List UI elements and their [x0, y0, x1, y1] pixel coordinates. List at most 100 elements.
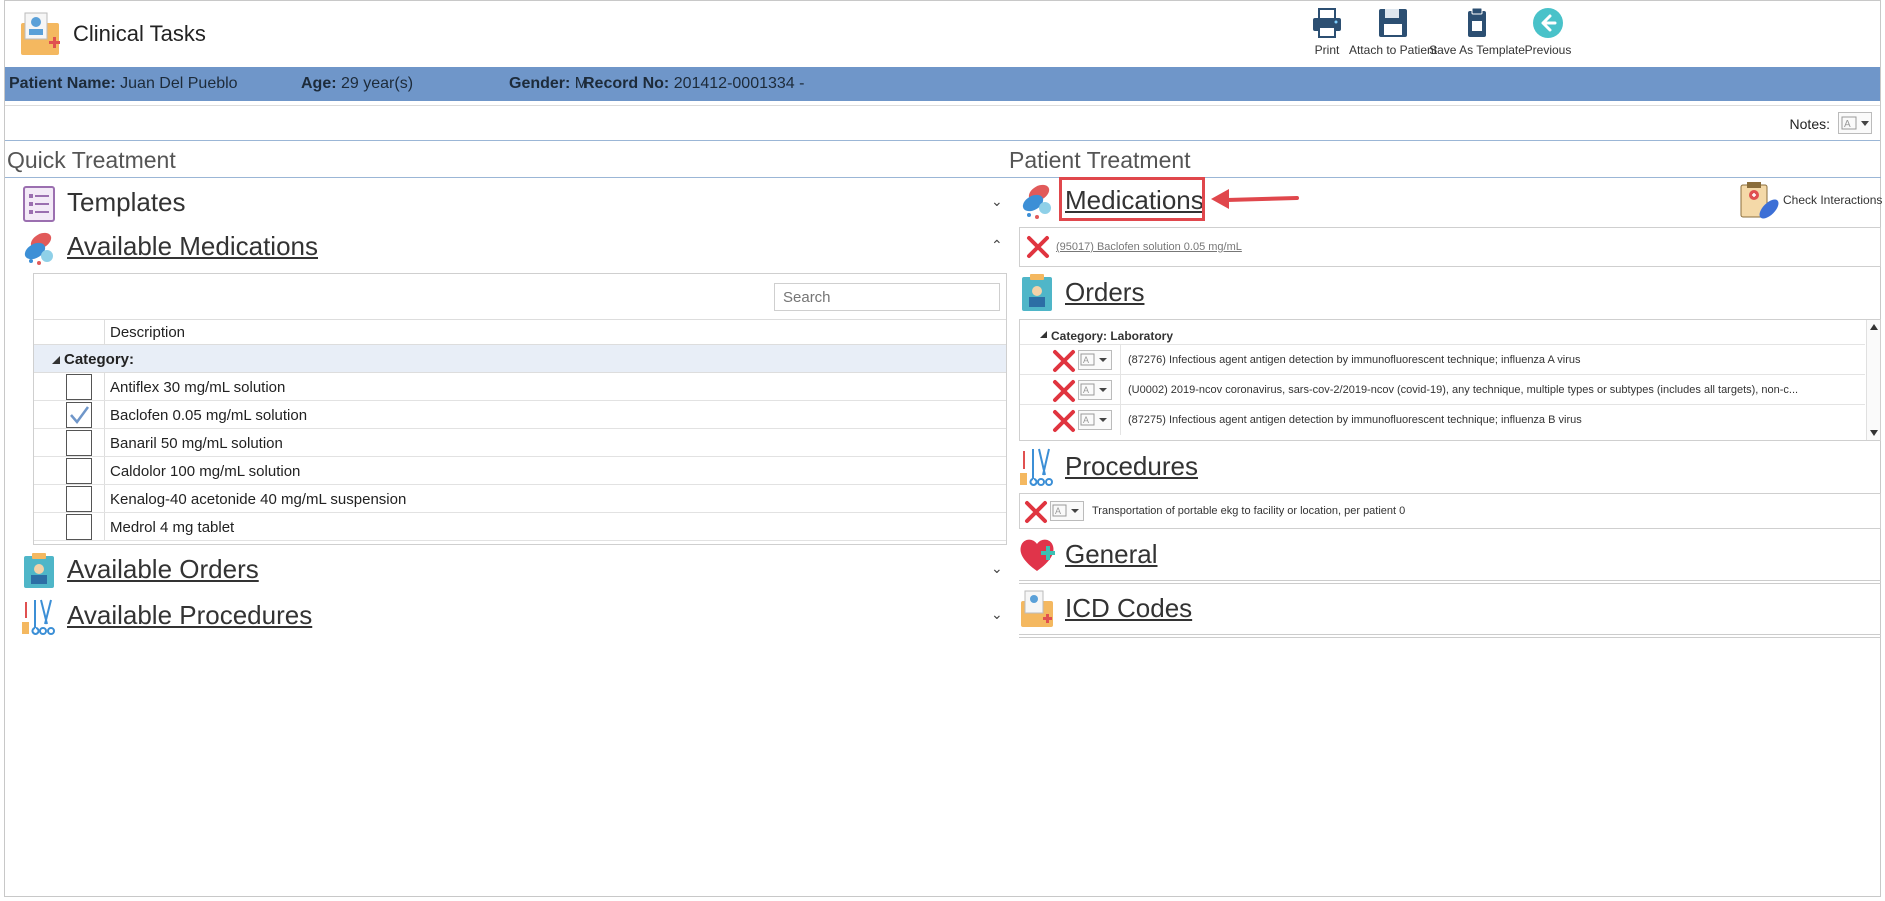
scroll-down-icon[interactable] [1870, 430, 1878, 436]
icd-codes-empty-box [1019, 634, 1881, 638]
svg-text:A: A [1083, 355, 1089, 365]
heart-plus-icon [1020, 539, 1055, 571]
medication-checkbox[interactable] [66, 514, 92, 540]
orders-link[interactable]: Orders [1065, 277, 1144, 308]
templates-header[interactable]: Templates ⌄ [21, 183, 1011, 223]
column-separator [104, 320, 105, 344]
medication-row[interactable]: Medrol 4 mg tablet [34, 513, 1006, 541]
available-medications-header[interactable]: Available Medications ⌃ [21, 227, 1011, 267]
orders-scrollbar[interactable] [1866, 320, 1880, 440]
surgical-tools-icon [1020, 448, 1053, 486]
attach-to-patient-button[interactable]: Attach to Patient [1345, 7, 1441, 57]
back-arrow-icon [1533, 8, 1563, 38]
orders-grid: Category: Laboratory A (87276) Infectious… [1019, 319, 1881, 441]
medication-item-row: (95017) Baclofen solution 0.05 mg/mL [1019, 227, 1881, 267]
medication-name: Antiflex 30 mg/mL solution [110, 379, 286, 396]
print-button[interactable]: Print [1305, 7, 1349, 57]
available-procedures-header[interactable]: Available Procedures ⌄ [21, 596, 1011, 636]
medication-row[interactable]: Baclofen 0.05 mg/mL solution [34, 401, 1006, 429]
category-label: Category: [64, 351, 135, 368]
medication-search-input[interactable] [774, 283, 1000, 311]
notes-text-icon: A [1841, 116, 1869, 130]
description-column-header[interactable]: Description [110, 324, 185, 341]
available-orders-header[interactable]: Available Orders ⌄ [21, 550, 1011, 590]
column-separator [104, 429, 105, 456]
collapse-triangle-icon[interactable] [1040, 331, 1047, 338]
chevron-down-icon[interactable]: ⌄ [991, 193, 1003, 210]
medication-checkbox[interactable] [66, 374, 92, 400]
chevron-down-icon[interactable]: ⌄ [991, 560, 1003, 577]
medication-row[interactable]: Kenalog-40 acetonide 40 mg/mL suspension [34, 485, 1006, 513]
column-separator [104, 457, 105, 484]
template-clipboard-icon [1468, 7, 1486, 37]
delete-x-icon[interactable] [1026, 235, 1050, 259]
printer-icon [1313, 8, 1341, 38]
order-notes-dropdown[interactable]: A [1078, 380, 1112, 400]
previous-label: Previous [1524, 43, 1572, 57]
order-row: A (U0002) 2019-ncov coronavirus, sars-cov… [1020, 374, 1865, 405]
notes-dropdown-button[interactable]: A [1838, 112, 1872, 134]
medication-checkbox[interactable] [66, 430, 92, 456]
save-as-template-button[interactable]: Save As Template [1429, 7, 1525, 57]
patient-name-value: Juan Del Pueblo [120, 75, 238, 92]
svg-text:A: A [1055, 506, 1061, 516]
column-separator [104, 513, 105, 540]
quick-treatment-divider [5, 177, 1011, 178]
category-group-row[interactable]: Category: [34, 345, 1006, 373]
patient-name-label: Patient Name: [9, 75, 116, 92]
patient-treatment-title: Patient Treatment [1009, 147, 1191, 173]
scroll-up-icon[interactable] [1870, 324, 1878, 330]
delete-x-icon[interactable] [1052, 349, 1076, 373]
delete-x-icon[interactable] [1052, 379, 1076, 403]
svg-text:A: A [1083, 415, 1089, 425]
svg-text:A: A [1083, 385, 1089, 395]
patient-age-value: 29 year(s) [341, 75, 414, 92]
delete-x-icon[interactable] [1024, 500, 1048, 524]
medication-checkbox[interactable] [66, 458, 92, 484]
grid-header-row: Description [34, 319, 1006, 345]
clinical-tasks-logo-icon [21, 12, 60, 55]
medication-name: Kenalog-40 acetonide 40 mg/mL suspension [110, 491, 407, 508]
available-medications-link[interactable]: Available Medications [67, 231, 318, 262]
previous-button[interactable]: Previous [1523, 7, 1573, 57]
orders-clipboard-icon [24, 553, 54, 588]
medication-row[interactable]: Antiflex 30 mg/mL solution [34, 373, 1006, 401]
check-interactions-label: Check Interactions [1783, 193, 1883, 207]
checkmark-icon [70, 406, 90, 425]
pills-icon [24, 232, 53, 265]
medication-row[interactable]: Banaril 50 mg/mL solution [34, 429, 1006, 457]
chevron-up-icon[interactable]: ⌃ [991, 237, 1003, 254]
general-link[interactable]: General [1065, 539, 1158, 570]
order-notes-dropdown[interactable]: A [1078, 350, 1112, 370]
medication-name: Baclofen 0.05 mg/mL solution [110, 407, 308, 424]
available-orders-link[interactable]: Available Orders [67, 554, 259, 585]
medication-checkbox[interactable] [66, 402, 92, 428]
medication-row[interactable]: Caldolor 100 mg/mL solution [34, 457, 1006, 485]
patient-record-label: Record No: [583, 75, 670, 92]
procedure-notes-dropdown[interactable]: A [1050, 501, 1084, 521]
app-title: Clinical Tasks [73, 21, 206, 46]
chevron-down-icon[interactable]: ⌄ [991, 606, 1003, 623]
patient-record: Record No: 201412-0001334 - [583, 75, 804, 93]
interactions-clipboard-icon [1740, 182, 1779, 219]
delete-x-icon[interactable] [1052, 409, 1076, 433]
annotation-arrow-icon [1211, 189, 1299, 209]
order-item-text: (87275) Infectious agent antigen detecti… [1128, 414, 1582, 426]
patient-icd-codes-header: ICD Codes [1019, 589, 1419, 629]
medication-checkbox[interactable] [66, 486, 92, 512]
header: Clinical Tasks Print Attach to Patient S… [5, 1, 1880, 67]
save-template-label: Save As Template [1429, 43, 1525, 57]
svg-text:A: A [1844, 119, 1851, 130]
collapse-triangle-icon[interactable] [52, 356, 60, 364]
icd-codes-link[interactable]: ICD Codes [1065, 593, 1192, 624]
patient-name: Patient Name: Juan Del Pueblo [9, 75, 238, 93]
available-procedures-link[interactable]: Available Procedures [67, 600, 312, 631]
procedure-item-text: Transportation of portable ekg to facili… [1092, 505, 1406, 517]
order-notes-dropdown[interactable]: A [1078, 410, 1112, 430]
available-medications-grid: Description Category: Antiflex 30 mg/mL … [33, 273, 1007, 545]
orders-category-label: Category: Laboratory [1051, 329, 1174, 343]
print-label: Print [1314, 43, 1340, 57]
notes-row: Notes: A [5, 105, 1880, 141]
medication-item-link[interactable]: (95017) Baclofen solution 0.05 mg/mL [1056, 241, 1242, 253]
procedures-link[interactable]: Procedures [1065, 451, 1198, 482]
